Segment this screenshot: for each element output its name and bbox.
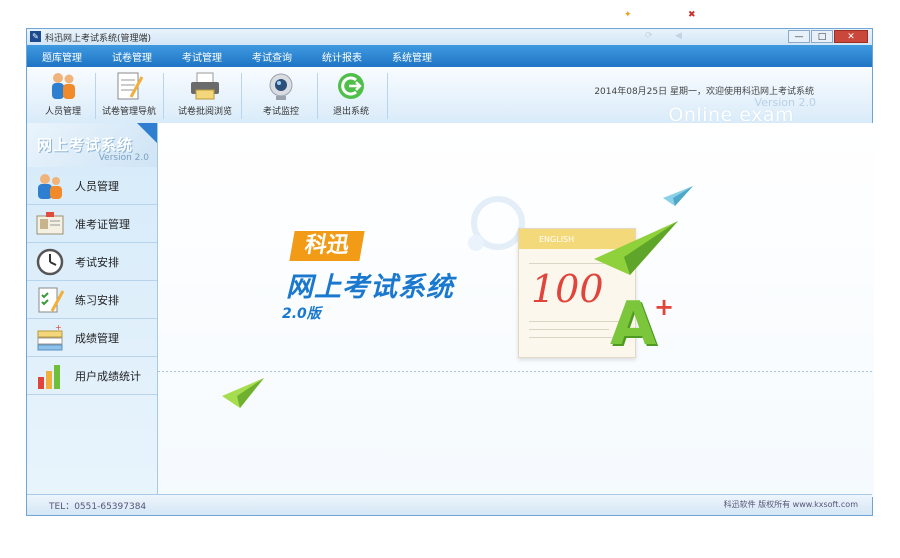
- sidebar-item-label: 考试安排: [75, 255, 119, 269]
- toolbar-paper-nav-button[interactable]: 试卷管理导航: [99, 71, 159, 117]
- welcome-banner: 科迅 网上考试系统 2.0版 ENGLISH 100 A +: [158, 123, 874, 497]
- menu-query[interactable]: 考试查询: [252, 49, 292, 64]
- menu-bar: 题库管理 试卷管理 考试管理 考试查询 统计报表 系统管理: [27, 45, 872, 67]
- tray-star-icon: ✦: [624, 10, 632, 20]
- menu-paper[interactable]: 试卷管理: [112, 49, 152, 64]
- title-back-icon: ◀: [675, 31, 682, 41]
- product-version: 2.0版: [282, 306, 321, 322]
- banner-divider: [158, 371, 874, 372]
- sidebar-item-label: 用户成绩统计: [75, 369, 141, 383]
- sidebar-item-exam-schedule[interactable]: 考试安排: [27, 243, 157, 281]
- printer-icon: [189, 71, 221, 101]
- toolbar: 人员管理 试卷管理导航 试卷批阅浏览 考试监控 退出系统 2014年08月25日…: [27, 67, 872, 126]
- toolbar-review-label: 试卷批阅浏览: [177, 107, 232, 117]
- brand-name: 科迅: [289, 231, 365, 261]
- toolbar-paper-nav-label: 试卷管理导航: [101, 107, 156, 117]
- sidebar-item-admission-ticket[interactable]: 准考证管理: [27, 205, 157, 243]
- grade-letter: A: [610, 289, 657, 359]
- paper-header: ENGLISH: [539, 235, 575, 244]
- sidebar-item-label: 人员管理: [75, 179, 119, 193]
- paper-score: 100: [531, 267, 604, 311]
- sidebar-item-user-stats[interactable]: 用户成绩统计: [27, 357, 157, 395]
- menu-system[interactable]: 系统管理: [392, 49, 432, 64]
- toolbar-review-button[interactable]: 试卷批阅浏览: [175, 71, 235, 117]
- close-button[interactable]: ✕: [834, 30, 868, 43]
- status-copyright: 科迅软件 版权所有 www.kxsoft.com: [723, 500, 858, 509]
- window-controls: — □ ✕: [788, 30, 868, 43]
- score-icon: +: [35, 323, 65, 353]
- menu-question-bank[interactable]: 题库管理: [42, 49, 82, 64]
- status-phone: TEL：0551-65397384: [49, 502, 147, 512]
- people-icon: [47, 71, 79, 101]
- toolbar-exit-label: 退出系统: [332, 107, 369, 117]
- menu-exam[interactable]: 考试管理: [182, 49, 222, 64]
- left-paper-plane-icon: [222, 378, 264, 408]
- users-icon: [35, 171, 65, 201]
- menu-report[interactable]: 统计报表: [322, 49, 362, 64]
- minimize-button[interactable]: —: [788, 30, 810, 43]
- desktop-tray: ✦ ✖: [620, 10, 710, 24]
- sidebar-item-label: 准考证管理: [75, 217, 130, 231]
- bar-chart-icon: [35, 361, 65, 391]
- sidebar-item-users[interactable]: 人员管理: [27, 167, 157, 205]
- grade-plus: +: [654, 293, 675, 321]
- toolbar-monitor-button[interactable]: 考试监控: [251, 71, 311, 117]
- sidebar-version: Version 2.0: [98, 153, 149, 163]
- id-card-icon: [35, 209, 65, 239]
- maximize-button[interactable]: □: [811, 30, 833, 43]
- camera-icon: [265, 71, 297, 101]
- tray-close-icon: ✖: [688, 10, 696, 20]
- title-refresh-icon: ⟳: [645, 31, 653, 41]
- clock-icon: [35, 247, 65, 277]
- title-bar: ✎ 科迅网上考试系统(管理端) ⟳ ◀ — □ ✕: [27, 29, 872, 45]
- sidebar-item-label: 成绩管理: [75, 331, 119, 345]
- exit-icon: [335, 71, 367, 101]
- sidebar-item-scores[interactable]: + 成绩管理: [27, 319, 157, 357]
- sidebar: 网上考试系统 Version 2.0 人员管理 准考证管理 考试安排 练习安排 …: [27, 123, 158, 497]
- sidebar-item-practice-schedule[interactable]: 练习安排: [27, 281, 157, 319]
- app-window: ✎ 科迅网上考试系统(管理端) ⟳ ◀ — □ ✕ 题库管理 试卷管理 考试管理…: [26, 28, 874, 516]
- sidebar-item-label: 练习安排: [75, 293, 119, 307]
- toolbar-people-button[interactable]: 人员管理: [33, 71, 93, 117]
- toolbar-monitor-label: 考试监控: [262, 107, 299, 117]
- status-bar: TEL：0551-65397384 科迅软件 版权所有 www.kxsoft.c…: [27, 494, 872, 515]
- toolbar-people-label: 人员管理: [44, 107, 81, 117]
- exam-paper-icon: [113, 71, 145, 101]
- large-paper-plane-icon: [594, 221, 678, 275]
- window-title: 科迅网上考试系统(管理端): [45, 34, 152, 44]
- small-paper-plane-icon: [663, 186, 693, 206]
- app-icon: ✎: [30, 31, 41, 42]
- checklist-icon: [35, 285, 65, 315]
- svg-text:+: +: [55, 323, 62, 332]
- product-name: 网上考试系统: [286, 272, 454, 303]
- sidebar-logo: 网上考试系统: [37, 136, 134, 154]
- sidebar-header: 网上考试系统 Version 2.0: [27, 123, 157, 167]
- toolbar-exit-button[interactable]: 退出系统: [321, 71, 381, 117]
